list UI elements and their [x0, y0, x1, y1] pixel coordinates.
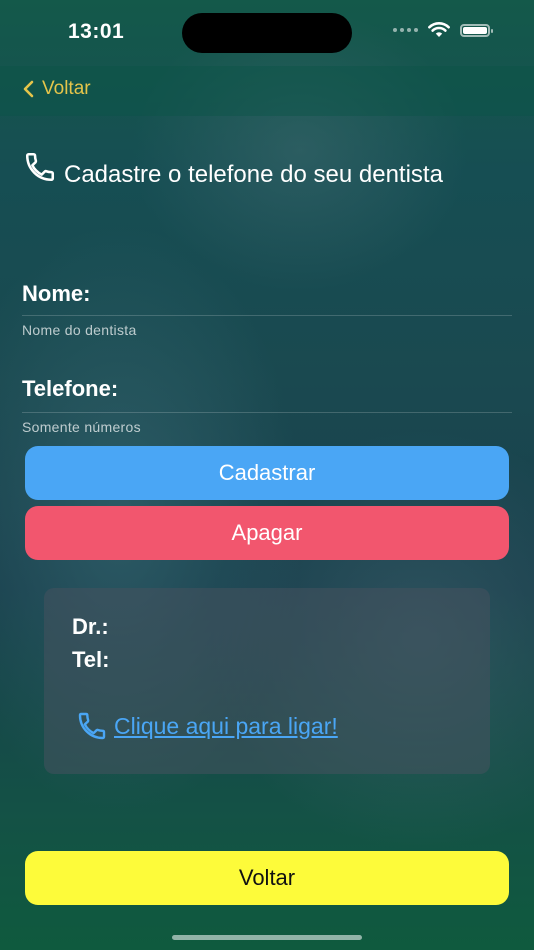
status-time: 13:01: [68, 20, 125, 43]
call-link[interactable]: Clique aqui para ligar!: [74, 710, 338, 742]
status-bar: 13:01: [0, 0, 534, 66]
register-button[interactable]: Cadastrar: [25, 446, 509, 500]
dynamic-island: [182, 13, 352, 53]
wifi-icon: [428, 22, 450, 37]
chevron-left-icon: [23, 80, 34, 98]
phone-icon: [25, 152, 55, 182]
status-icons: [393, 22, 493, 38]
dentist-info-card: Dr.: Tel: Clique aqui para ligar!: [44, 588, 490, 774]
phone-input[interactable]: [22, 417, 512, 437]
phone-divider: [22, 412, 512, 413]
name-input[interactable]: [22, 320, 512, 340]
phone-label: Telefone:: [22, 376, 119, 401]
delete-button[interactable]: Apagar: [25, 506, 509, 560]
battery-icon: [460, 23, 493, 37]
tel-label: Tel:: [72, 647, 110, 672]
name-divider: [22, 315, 512, 316]
call-link-text: Clique aqui para ligar!: [114, 712, 338, 739]
page-title: Cadastre o telefone do seu dentista: [22, 150, 492, 190]
doctor-label: Dr.:: [72, 614, 109, 639]
back-button[interactable]: Voltar: [25, 851, 509, 905]
home-indicator: [172, 935, 362, 940]
phone-icon: [78, 712, 106, 740]
name-label: Nome:: [22, 281, 91, 306]
page-title-text: Cadastre o telefone do seu dentista: [64, 161, 443, 188]
signal-icon: [393, 28, 418, 32]
navigation-bar: Voltar: [0, 66, 534, 116]
nav-back-label: Voltar: [42, 78, 91, 99]
nav-back-link[interactable]: Voltar: [22, 78, 91, 100]
